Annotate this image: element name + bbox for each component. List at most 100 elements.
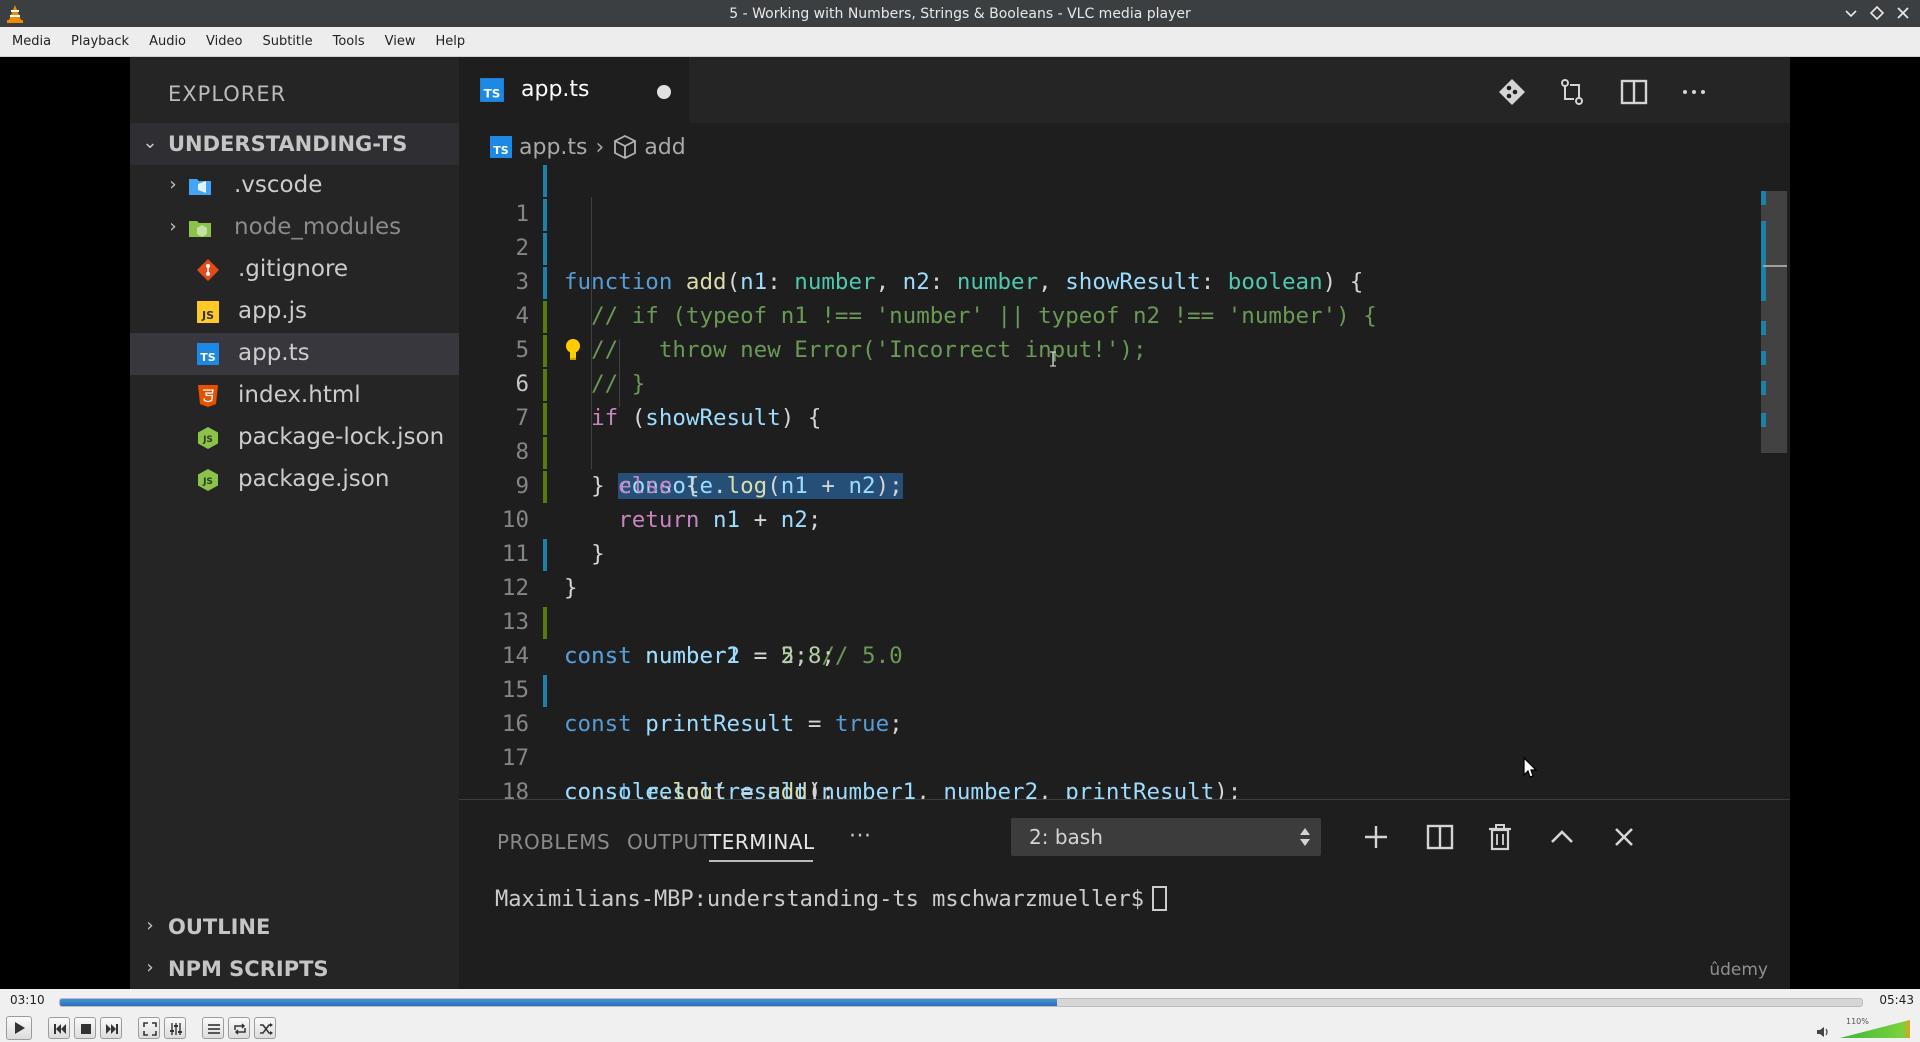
split-editor-icon bbox=[1620, 79, 1648, 105]
ruler-marker bbox=[1761, 381, 1766, 395]
maximize-panel-icon[interactable] bbox=[1545, 820, 1579, 854]
terminal-line[interactable]: Maximilians-MBP:understanding-ts mschwar… bbox=[495, 886, 1168, 912]
loop-button[interactable] bbox=[228, 1017, 250, 1039]
breadcrumb-separator-icon: › bbox=[595, 134, 605, 160]
menu-help[interactable]: Help bbox=[426, 27, 476, 57]
play-button[interactable] bbox=[6, 1016, 32, 1040]
file-row-gitignore: .gitignore bbox=[130, 249, 459, 291]
gutter-added-marker bbox=[543, 369, 547, 401]
playlist-icon bbox=[208, 1024, 220, 1034]
ruler-marker bbox=[1761, 221, 1766, 301]
text-cursor-icon bbox=[1050, 351, 1056, 367]
code-line: 4 // } bbox=[459, 265, 1759, 397]
chevron-right-icon: › bbox=[146, 915, 154, 936]
ts-file-icon: TS bbox=[490, 136, 512, 158]
video-area[interactable]: EXPLORER ⌄ UNDERSTANDING-TS › .vscode › bbox=[0, 57, 1920, 989]
chevron-right-icon: › bbox=[169, 216, 177, 237]
playlist-button[interactable] bbox=[202, 1017, 224, 1039]
close-window-button[interactable] bbox=[1894, 4, 1912, 22]
extended-settings-button[interactable] bbox=[164, 1017, 186, 1039]
code-line: 1 function add(n1: number, n2: number, s… bbox=[459, 163, 1759, 295]
shuffle-button[interactable] bbox=[254, 1017, 276, 1039]
file-row-package-lock: JS package-lock.json bbox=[130, 417, 459, 459]
maximize-icon bbox=[1869, 5, 1885, 21]
seek-bar[interactable] bbox=[59, 998, 1863, 1007]
volume-slider[interactable] bbox=[1840, 1019, 1912, 1039]
terminal-select[interactable]: 2: bash bbox=[1011, 818, 1321, 856]
vscode-folder-icon bbox=[189, 179, 211, 195]
ruler-marker bbox=[1761, 191, 1766, 205]
menu-playback[interactable]: Playback bbox=[61, 27, 139, 57]
unsaved-dot-icon bbox=[657, 85, 671, 99]
code-line: 11 bbox=[459, 503, 1759, 567]
fullscreen-icon bbox=[143, 1022, 157, 1036]
ruler-marker bbox=[1761, 351, 1766, 365]
terminal-select-value: 2: bash bbox=[1029, 825, 1103, 849]
minimize-button[interactable] bbox=[1842, 4, 1860, 22]
project-name: UNDERSTANDING-TS bbox=[168, 132, 408, 156]
maximize-button[interactable] bbox=[1868, 4, 1886, 22]
menu-view[interactable]: View bbox=[375, 27, 426, 57]
close-panel-icon[interactable] bbox=[1607, 820, 1641, 854]
file-row-index-html: index.html bbox=[130, 375, 459, 417]
file-name: package.json bbox=[238, 466, 390, 492]
menu-subtitle[interactable]: Subtitle bbox=[252, 27, 322, 57]
elapsed-time: 03:10 bbox=[10, 993, 45, 1007]
section-label: NPM SCRIPTS bbox=[168, 957, 329, 981]
total-time[interactable]: 05:43 bbox=[1879, 993, 1914, 1007]
menu-media[interactable]: Media bbox=[2, 27, 61, 57]
code-line: 3 // throw new Error('Incorrect input!')… bbox=[459, 231, 1759, 363]
file-row-vscode: › .vscode bbox=[130, 165, 459, 207]
section-label: OUTLINE bbox=[168, 915, 271, 939]
file-row-package-json: JS package.json bbox=[130, 459, 459, 501]
chevron-down-icon: ⌄ bbox=[142, 132, 158, 153]
ts-file-icon: TS bbox=[480, 78, 504, 102]
speaker-icon[interactable] bbox=[1816, 1025, 1830, 1039]
new-terminal-icon[interactable] bbox=[1359, 820, 1393, 854]
code-editor: TS app.ts TS app.ts › add 1 function add… bbox=[459, 57, 1790, 805]
explorer-sidebar: EXPLORER ⌄ UNDERSTANDING-TS › .vscode › bbox=[130, 57, 459, 989]
terminal-prompt: Maximilians-MBP:understanding-ts mschwar… bbox=[495, 887, 1145, 912]
terminal-cursor bbox=[1152, 886, 1168, 911]
gutter-modified-marker bbox=[543, 165, 547, 197]
stop-button[interactable] bbox=[74, 1017, 96, 1039]
fullscreen-button[interactable] bbox=[138, 1017, 160, 1039]
npm-scripts-section: › NPM SCRIPTS bbox=[130, 949, 459, 989]
menu-audio[interactable]: Audio bbox=[139, 27, 196, 57]
menu-video[interactable]: Video bbox=[196, 27, 252, 57]
code-line: 8 return n1 + n2; bbox=[459, 401, 1759, 533]
lightbulb-icon[interactable] bbox=[565, 338, 581, 362]
file-name: index.html bbox=[238, 382, 361, 408]
panel-more-button[interactable]: ··· bbox=[849, 824, 871, 849]
tab-terminal[interactable]: TERMINAL bbox=[709, 830, 815, 854]
trash-icon[interactable] bbox=[1483, 820, 1517, 854]
split-terminal-icon[interactable] bbox=[1423, 820, 1457, 854]
file-row-app-js: JS app.js bbox=[130, 291, 459, 333]
shuffle-icon bbox=[260, 1023, 273, 1035]
svg-text:TS: TS bbox=[493, 144, 509, 157]
overview-ruler[interactable] bbox=[1759, 161, 1790, 797]
tab-problems[interactable]: PROBLEMS bbox=[497, 830, 610, 854]
ts-file-icon: TS bbox=[197, 343, 219, 365]
minimize-icon bbox=[1845, 10, 1857, 18]
svg-text:TS: TS bbox=[484, 87, 501, 101]
gutter-added-marker bbox=[543, 607, 547, 639]
breadcrumb: TS app.ts › add bbox=[489, 131, 686, 163]
breadcrumb-file: app.ts bbox=[519, 134, 588, 160]
git-compare-icon bbox=[1499, 79, 1525, 105]
node-json-icon: JS bbox=[198, 469, 218, 491]
previous-button[interactable] bbox=[48, 1017, 70, 1039]
gutter-modified-marker bbox=[543, 539, 547, 571]
next-button[interactable] bbox=[100, 1017, 122, 1039]
project-folder-header: ⌄ UNDERSTANDING-TS bbox=[130, 123, 459, 165]
skip-forward-icon bbox=[106, 1024, 118, 1034]
menu-bar: Media Playback Audio Video Subtitle Tool… bbox=[0, 27, 1920, 57]
node-json-icon: JS bbox=[198, 427, 218, 449]
close-icon bbox=[1897, 7, 1909, 19]
gutter-added-marker bbox=[543, 403, 547, 435]
menu-tools[interactable]: Tools bbox=[323, 27, 375, 57]
tab-output[interactable]: OUTPUT bbox=[627, 830, 712, 854]
vscode-video-frame: EXPLORER ⌄ UNDERSTANDING-TS › .vscode › bbox=[130, 57, 1790, 989]
code-area[interactable]: 1 function add(n1: number, n2: number, s… bbox=[459, 163, 1759, 805]
code-line: 6 console.log(n1 + n2); bbox=[459, 333, 1759, 499]
